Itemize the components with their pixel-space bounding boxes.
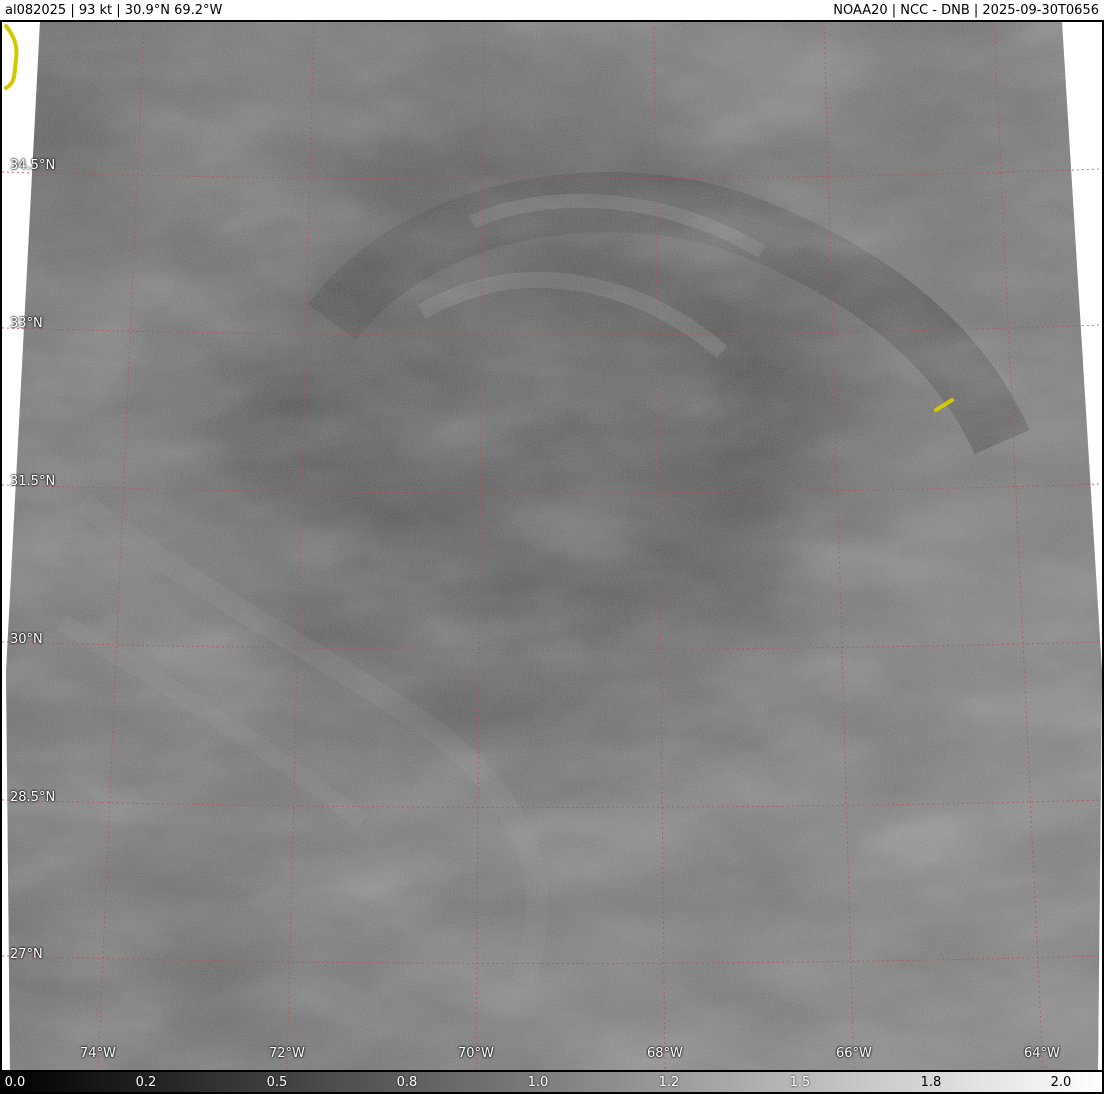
satellite-image-viewer: al082025 | 93 kt | 30.9°N 69.2°W NOAA20 … [0, 0, 1104, 1094]
colorbar-tick-0: 0.0 [4, 1075, 26, 1090]
header-bar: al082025 | 93 kt | 30.9°N 69.2°W NOAA20 … [0, 0, 1104, 22]
lon-label-66: 66°W [836, 1046, 872, 1061]
lat-label-27: 27°N [10, 947, 43, 962]
storm-info: al082025 | 93 kt | 30.9°N 69.2°W [5, 3, 223, 18]
lon-label-70: 70°W [458, 1046, 494, 1061]
lon-label-74: 74°W [80, 1046, 116, 1061]
colorbar-tick-8: 2.0 [1050, 1075, 1072, 1090]
colorbar-tick-3: 0.8 [396, 1075, 418, 1090]
map-panel[interactable]: 34.5°N 33°N 31.5°N 30°N 28.5°N 27°N 74°W… [0, 22, 1104, 1070]
lat-label-30: 30°N [10, 632, 43, 647]
lat-label-33: 33°N [10, 316, 43, 331]
colorbar-tick-1: 0.2 [135, 1075, 157, 1090]
product-info: NOAA20 | NCC - DNB | 2025-09-30T0656 [833, 3, 1099, 18]
lon-label-68: 68°W [647, 1046, 683, 1061]
lon-label-64: 64°W [1024, 1046, 1060, 1061]
satellite-imagery [2, 22, 1102, 1070]
lat-label-34-5: 34.5°N [10, 158, 56, 173]
colorbar-tick-5: 1.2 [658, 1075, 680, 1090]
colorbar: 0.0 0.2 0.5 0.8 1.0 1.2 1.5 1.8 2.0 [0, 1070, 1104, 1094]
lat-label-28-5: 28.5°N [10, 790, 56, 805]
colorbar-tick-4: 1.0 [527, 1075, 549, 1090]
colorbar-tick-2: 0.5 [266, 1075, 288, 1090]
colorbar-tick-6: 1.5 [789, 1075, 811, 1090]
lon-label-72: 72°W [269, 1046, 305, 1061]
lat-label-31-5: 31.5°N [10, 474, 56, 489]
colorbar-tick-7: 1.8 [920, 1075, 942, 1090]
